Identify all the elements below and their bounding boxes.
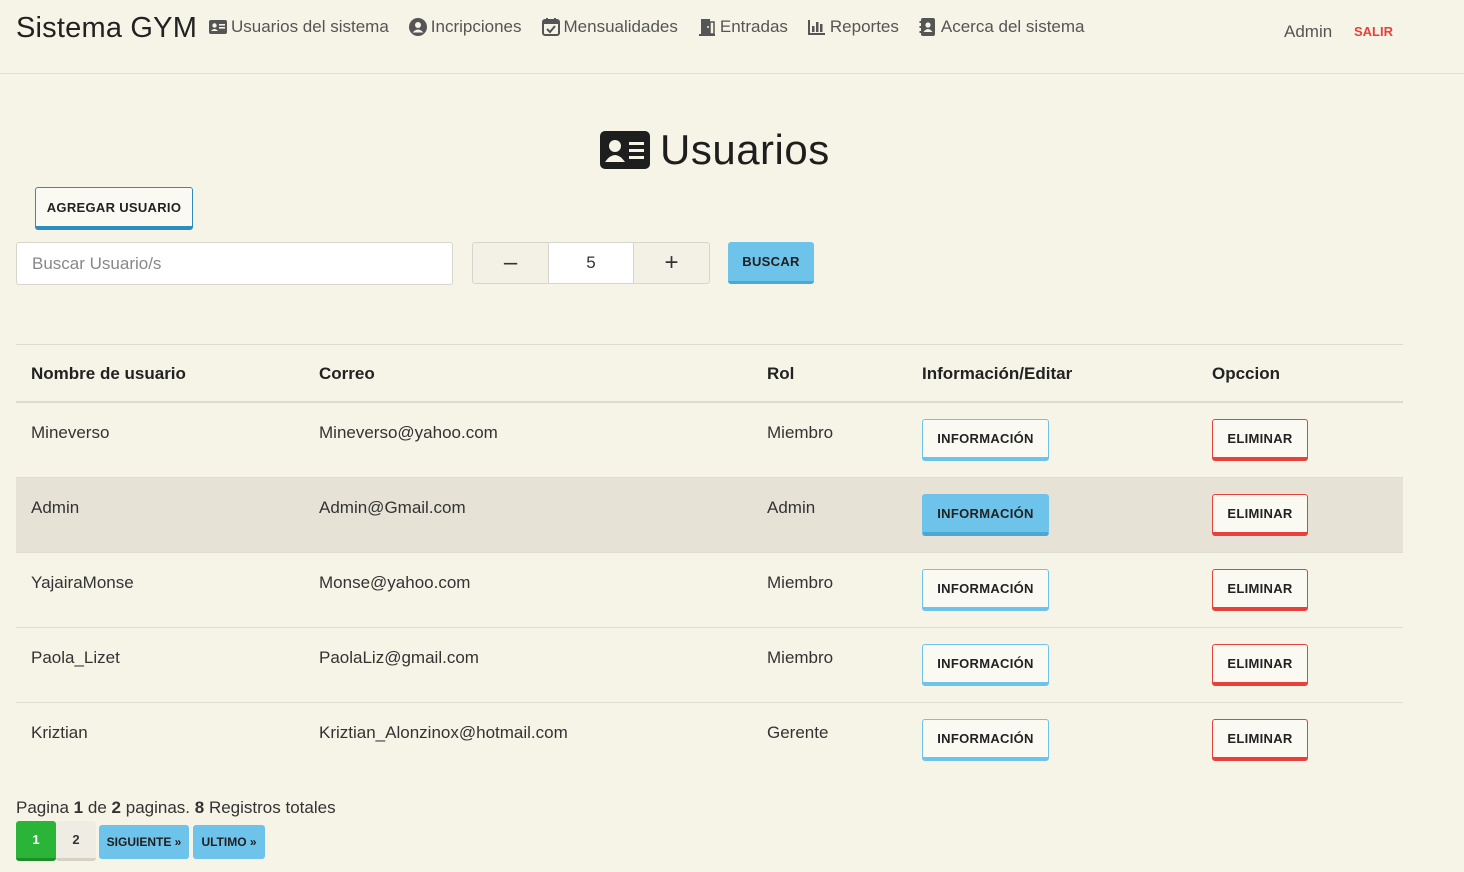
cell-role: Miembro <box>767 423 834 442</box>
header-role: Rol <box>767 364 795 383</box>
navbar: Sistema GYM Usuarios del sistema Incripc… <box>0 0 1464 74</box>
search-button[interactable]: BUSCAR <box>728 242 814 284</box>
cell-username: Admin <box>31 498 80 517</box>
cell-email: Kriztian_Alonzinox@hotmail.com <box>319 723 568 742</box>
info-button[interactable]: INFORMACIÓN <box>922 494 1049 536</box>
nav-item-label: Entradas <box>719 17 788 36</box>
cell-username: Mineverso <box>31 423 110 442</box>
nav-item-entradas[interactable]: Entradas <box>697 17 788 37</box>
cell-email: Admin@Gmail.com <box>319 498 466 517</box>
nav-item-incripciones[interactable]: Incripciones <box>408 17 522 37</box>
page-2-button[interactable]: 2 <box>56 821 96 861</box>
delete-button[interactable]: ELIMINAR <box>1212 569 1308 611</box>
pagination-summary: Pagina 1 de 2 paginas. 8 Registros total… <box>16 798 336 818</box>
table-row: Paola_Lizet PaolaLiz@gmail.com Miembro I… <box>16 628 1403 703</box>
header-username: Nombre de usuario <box>31 364 186 383</box>
logout-link[interactable]: SALIR <box>1354 24 1393 39</box>
info-button[interactable]: INFORMACIÓN <box>922 569 1049 611</box>
pagination-total-records: 8 <box>194 798 205 817</box>
brand-title[interactable]: Sistema GYM <box>16 12 197 45</box>
page-title-text: Usuarios <box>660 126 830 173</box>
pagination-pages-word: paginas. <box>125 798 191 817</box>
nav-item-mensualidades[interactable]: Mensualidades <box>541 17 678 37</box>
id-card-icon <box>209 20 227 34</box>
stepper-value[interactable]: 5 <box>548 243 634 283</box>
cell-email: Mineverso@yahoo.com <box>319 423 498 442</box>
info-button[interactable]: INFORMACIÓN <box>922 644 1049 686</box>
nav-item-label: Reportes <box>829 17 899 36</box>
table-row: YajairaMonse Monse@yahoo.com Miembro INF… <box>16 553 1403 628</box>
page-title: Usuarios <box>600 126 830 174</box>
pagination-prefix: Pagina <box>16 798 69 817</box>
nav-item-acerca[interactable]: Acerca del sistema <box>918 17 1085 37</box>
nav-menu: Usuarios del sistema Incripciones Mensua… <box>208 17 1104 37</box>
current-user: Admin <box>1284 22 1333 41</box>
header-email: Correo <box>319 364 375 383</box>
pagination-current: 1 <box>73 798 84 817</box>
table-header: Nombre de usuario Correo Rol Información… <box>16 345 1403 403</box>
info-button[interactable]: INFORMACIÓN <box>922 419 1049 461</box>
nav-item-label: Acerca del sistema <box>940 17 1085 36</box>
delete-button[interactable]: ELIMINAR <box>1212 644 1308 686</box>
cell-role: Admin <box>767 498 816 517</box>
table-row: Kriztian Kriztian_Alonzinox@hotmail.com … <box>16 703 1403 778</box>
header-option: Opccion <box>1212 364 1281 383</box>
bar-chart-icon <box>807 20 825 35</box>
header-info-edit: Información/Editar <box>922 364 1073 383</box>
pagination-records-word: Registros totales <box>208 798 336 817</box>
quantity-stepper: – 5 + <box>472 242 710 284</box>
next-page-button[interactable]: SIGUIENTE » <box>99 825 189 859</box>
nav-item-reportes[interactable]: Reportes <box>807 17 899 37</box>
users-table: Nombre de usuario Correo Rol Información… <box>16 344 1403 778</box>
delete-button[interactable]: ELIMINAR <box>1212 494 1308 536</box>
table-row: Admin Admin@Gmail.com Admin INFORMACIÓN … <box>16 478 1403 553</box>
cell-username: Paola_Lizet <box>31 648 120 667</box>
id-card-icon <box>600 131 650 169</box>
page-1-button[interactable]: 1 <box>16 821 56 861</box>
last-page-button[interactable]: ULTIMO » <box>193 825 265 859</box>
door-icon <box>698 19 715 36</box>
cell-role: Gerente <box>767 723 829 742</box>
address-book-icon <box>919 18 935 36</box>
search-input[interactable] <box>16 242 453 285</box>
cell-username: YajairaMonse <box>31 573 134 592</box>
nav-item-label: Incripciones <box>430 17 522 36</box>
pagination-total-pages: 2 <box>111 798 121 817</box>
user-circle-icon <box>408 18 427 36</box>
delete-button[interactable]: ELIMINAR <box>1212 719 1308 761</box>
calendar-check-icon <box>541 18 560 36</box>
pagination-of: de <box>87 798 107 817</box>
nav-item-label: Mensualidades <box>563 17 678 36</box>
cell-username: Kriztian <box>31 723 88 742</box>
pagination: 1 2 SIGUIENTE » ULTIMO » <box>16 821 265 861</box>
nav-item-label: Usuarios del sistema <box>231 17 389 36</box>
nav-item-usuarios[interactable]: Usuarios del sistema <box>208 17 389 37</box>
table-row: Mineverso Mineverso@yahoo.com Miembro IN… <box>16 403 1403 478</box>
stepper-increment-button[interactable]: + <box>634 243 709 283</box>
cell-role: Miembro <box>767 648 834 667</box>
info-button[interactable]: INFORMACIÓN <box>922 719 1049 761</box>
cell-email: PaolaLiz@gmail.com <box>319 648 479 667</box>
delete-button[interactable]: ELIMINAR <box>1212 419 1308 461</box>
add-user-button[interactable]: AGREGAR USUARIO <box>35 187 193 230</box>
stepper-decrement-button[interactable]: – <box>473 243 548 283</box>
cell-email: Monse@yahoo.com <box>319 573 471 592</box>
cell-role: Miembro <box>767 573 834 592</box>
